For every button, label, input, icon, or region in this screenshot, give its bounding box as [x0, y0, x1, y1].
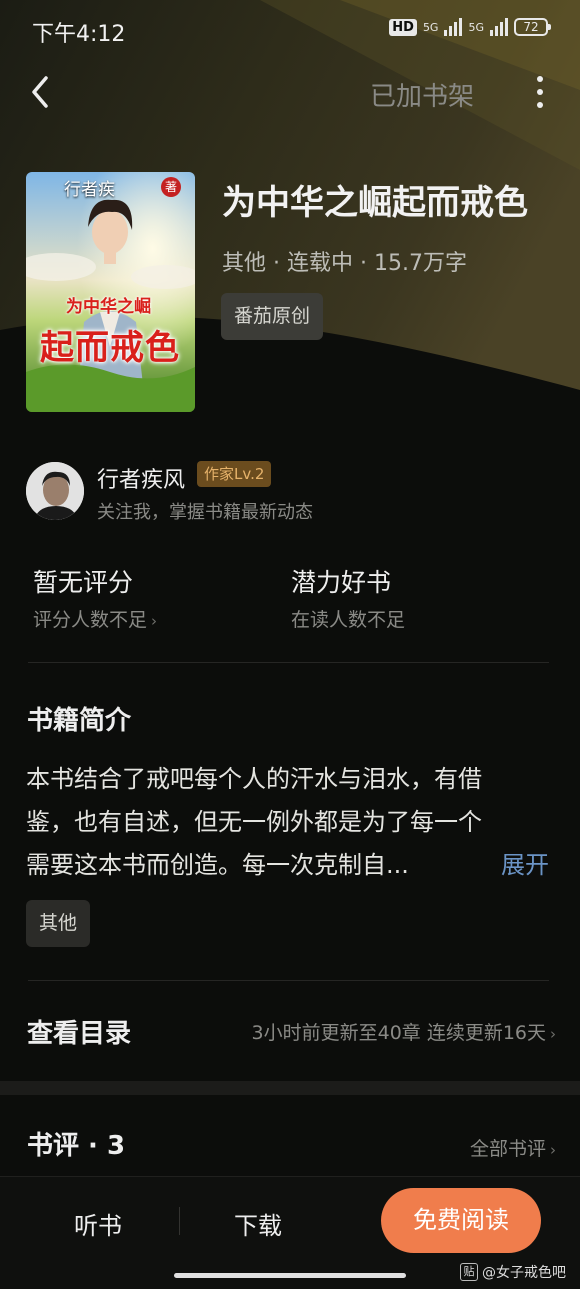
- chevron-right-icon: ›: [151, 612, 158, 630]
- author-level-badge: 作家Lv.2: [197, 461, 272, 487]
- rating-subtitle: 评分人数不足 ›: [33, 609, 158, 631]
- all-reviews-link[interactable]: 全部书评 ›: [470, 1134, 556, 1161]
- potential-title: 潜力好书: [291, 568, 392, 597]
- network-label-1: 5G: [422, 20, 439, 34]
- signal-icon: [444, 18, 463, 36]
- hd-icon: HD: [389, 18, 417, 36]
- potential-subtitle: 在读人数不足: [291, 609, 406, 631]
- intro-line-3: 需要这本书而创造。每一次克制自...: [26, 851, 409, 879]
- watermark: 贴 @女子戒色吧: [460, 1262, 566, 1282]
- download-button[interactable]: 下载: [234, 1206, 282, 1241]
- divider: [179, 1207, 180, 1235]
- signal-icon-2: [490, 18, 508, 36]
- intro-title: 书籍简介: [27, 706, 132, 736]
- status-bar: 下午4:12 HD 5G 5G 72: [0, 0, 580, 62]
- book-cover[interactable]: 行者疾 著 为中华之崛 起而戒色: [26, 172, 195, 412]
- toc-title[interactable]: 查看目录: [27, 1013, 131, 1050]
- listen-button[interactable]: 听书: [74, 1206, 122, 1241]
- source-tag[interactable]: 番茄原创: [221, 293, 324, 340]
- expand-button[interactable]: 展开: [501, 845, 549, 880]
- cover-author: 行者疾: [64, 180, 115, 200]
- status-icons: HD 5G 5G 72: [389, 18, 551, 36]
- cover-title-line2: 起而戒色: [40, 328, 180, 368]
- section-separator: [0, 1081, 580, 1095]
- battery-icon: 72: [514, 18, 551, 36]
- author-follow-hint: 关注我，掌握书籍最新动态: [97, 502, 313, 523]
- intro-line-1: 本书结合了戒吧每个人的汗水与泪水，有借: [26, 765, 482, 793]
- book-title: 为中华之崛起而戒色: [222, 183, 528, 223]
- more-vertical-icon: [537, 76, 543, 82]
- rating-title: 暂无评分: [33, 568, 134, 597]
- status-time: 下午4:12: [32, 22, 126, 47]
- author-avatar[interactable]: [26, 462, 84, 520]
- toc-update-info[interactable]: 3小时前更新至40章 连续更新16天 ›: [252, 1018, 556, 1045]
- divider: [28, 980, 549, 981]
- added-to-shelf-button[interactable]: 已加书架: [370, 76, 474, 113]
- chevron-left-icon: [32, 76, 48, 108]
- divider: [28, 662, 549, 663]
- book-meta: 其他 · 连载中 · 15.7万字: [222, 251, 467, 276]
- genre-tag[interactable]: 其他: [26, 900, 91, 947]
- rating-stat[interactable]: 暂无评分 评分人数不足 ›: [33, 563, 157, 632]
- more-button[interactable]: [530, 74, 550, 110]
- free-read-button[interactable]: 免费阅读: [381, 1188, 541, 1253]
- back-button[interactable]: [24, 72, 60, 112]
- chevron-right-icon: ›: [550, 1025, 556, 1043]
- reviews-title: 书评 · 3: [27, 1131, 126, 1161]
- tieba-logo-icon: 贴: [460, 1263, 478, 1281]
- watermark-text: @女子戒色吧: [482, 1265, 566, 1281]
- cover-seal: 著: [161, 177, 181, 197]
- network-label-2: 5G: [468, 20, 484, 34]
- home-indicator[interactable]: [174, 1273, 406, 1278]
- avatar-image: [26, 462, 84, 520]
- cover-title-line1: 为中华之崛: [66, 297, 151, 317]
- intro-line-2: 鉴，也有自述，但无一例外都是为了每一个: [26, 808, 482, 836]
- author-name[interactable]: 行者疾风: [97, 462, 185, 494]
- chevron-right-icon: ›: [550, 1141, 556, 1159]
- intro-text: 本书结合了戒吧每个人的汗水与泪水，有借 鉴，也有自述，但无一例外都是为了每一个 …: [26, 758, 556, 887]
- potential-stat: 潜力好书 在读人数不足: [291, 563, 405, 632]
